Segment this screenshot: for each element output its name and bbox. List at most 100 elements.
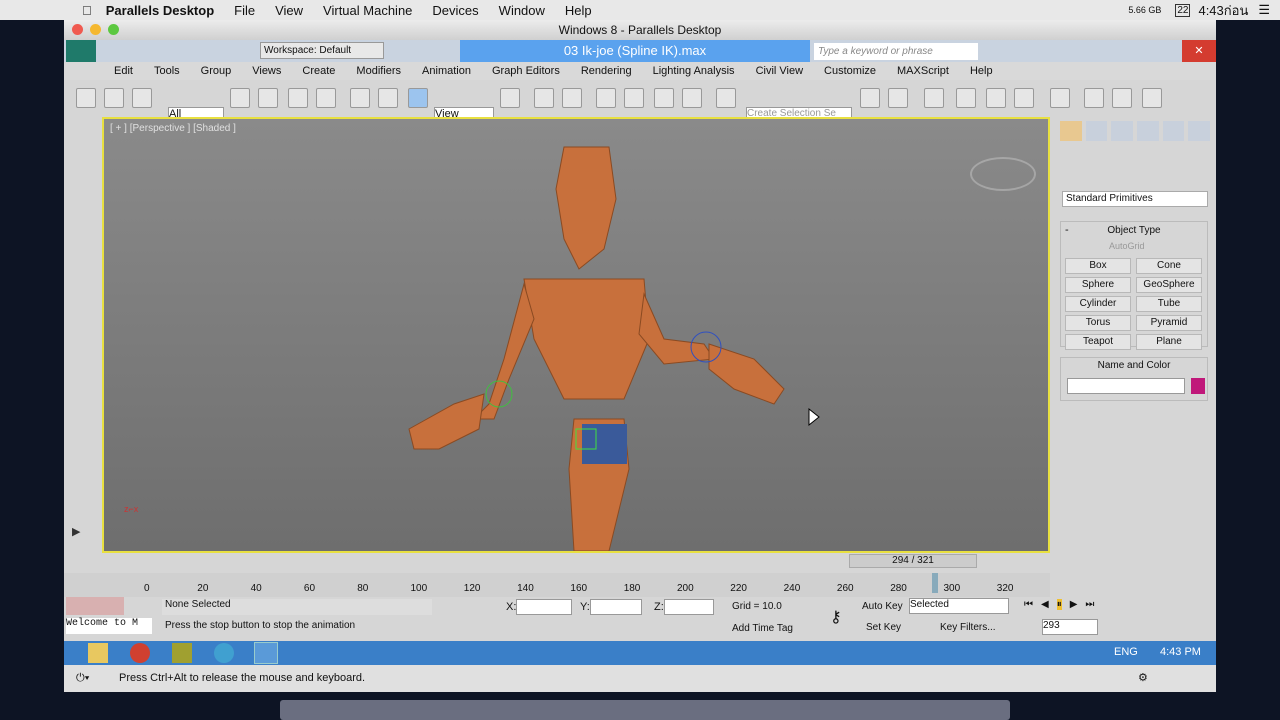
menu-rendering[interactable]: Rendering [581,65,632,77]
box-button[interactable]: Box [1065,258,1131,274]
menu-lighting-analysis[interactable]: Lighting Analysis [653,65,735,77]
3dsmax-taskbar-icon[interactable] [254,642,278,664]
minimize-window-button[interactable] [90,24,101,35]
key-mode-dropdown[interactable]: Selected [909,598,1009,614]
plane-button[interactable]: Plane [1136,334,1202,350]
workspace-dropdown[interactable]: Workspace: Default [260,42,384,59]
utilities-tab-icon[interactable] [1188,121,1211,141]
schematic-view-icon[interactable] [1014,88,1034,108]
scene-explorer-icon[interactable] [956,88,976,108]
render-setup-icon[interactable] [1084,88,1104,108]
menu-window[interactable]: Window [499,3,545,18]
keyboard-shortcut-icon[interactable] [562,88,582,108]
percent-snap-icon[interactable] [654,88,674,108]
select-object-icon[interactable] [230,88,250,108]
file-explorer-icon[interactable] [88,643,108,663]
power-icon[interactable]: ⏻▾ [76,665,89,692]
unlink-icon[interactable] [104,88,124,108]
snaps-icon[interactable] [596,88,616,108]
auto-key-button[interactable]: Auto Key [862,601,903,612]
material-editor-icon[interactable] [1050,88,1070,108]
menu-customize[interactable]: Customize [824,65,876,77]
geosphere-button[interactable]: GeoSphere [1136,277,1202,293]
select-by-name-icon[interactable] [258,88,278,108]
taskbar-clock[interactable]: 4:43 PM [1160,646,1201,658]
track-bar[interactable]: 0 20 40 60 80 100 120 140 160 180 200 220 240 260 280 3… [64,573,1050,597]
search-input[interactable]: Type a keyword or phrase [814,43,978,60]
move-icon[interactable] [350,88,370,108]
mirror-icon[interactable] [860,88,880,108]
perspective-viewport[interactable]: [ + ] [Perspective ] [Shaded ] z⌐x [102,117,1050,553]
align-icon[interactable] [888,88,908,108]
motion-tab-icon[interactable] [1137,121,1159,141]
go-to-end-icon[interactable]: ⏭ [1085,599,1094,610]
link-icon[interactable] [76,88,96,108]
menu-tools[interactable]: Tools [154,65,180,77]
object-color-swatch[interactable] [1191,378,1205,394]
rectangular-selection-icon[interactable] [288,88,308,108]
sphere-button[interactable]: Sphere [1065,277,1131,293]
torus-button[interactable]: Torus [1065,315,1131,331]
modify-tab-icon[interactable] [1085,121,1108,141]
apple-icon[interactable]:  [82,3,92,18]
menu-maxscript[interactable]: MAXScript [897,65,949,77]
curve-editor-icon[interactable] [986,88,1006,108]
object-type-title[interactable]: Object Type [1061,225,1207,236]
app-menu[interactable]: Parallels Desktop [106,3,214,18]
z-coordinate-input[interactable] [664,599,714,615]
menu-edit[interactable]: Edit [114,65,133,77]
tube-button[interactable]: Tube [1136,296,1202,312]
display-tab-icon[interactable] [1162,121,1185,141]
create-tab-icon[interactable] [1060,121,1082,141]
primitives-dropdown[interactable]: Standard Primitives [1062,191,1208,207]
settings-icon[interactable]: ⚙ [1138,665,1148,692]
play-arrow-icon[interactable]: ▶ [72,525,92,545]
listener-output[interactable]: Welcome to M [66,618,152,634]
y-coordinate-input[interactable] [590,599,642,615]
current-frame-input[interactable]: 293 [1042,619,1098,635]
menu-create[interactable]: Create [302,65,335,77]
spinner-snap-icon[interactable] [682,88,702,108]
rotate-icon[interactable] [378,88,398,108]
menu-views[interactable]: Views [252,65,281,77]
close-icon[interactable]: ✕ [1182,40,1216,62]
angle-snap-icon[interactable] [624,88,644,108]
go-to-start-icon[interactable]: ⏮ [1024,599,1033,610]
menu-help-max[interactable]: Help [970,65,993,77]
set-key-button[interactable]: Set Key [866,622,901,633]
key-icon[interactable]: ⚷ [830,607,842,627]
mac-dock[interactable] [280,700,1010,720]
teapot-button[interactable]: Teapot [1065,334,1131,350]
chrome-icon[interactable] [130,643,150,663]
calendar-icon[interactable]: 22 [1175,3,1191,17]
scale-icon[interactable] [408,88,428,108]
menu-group[interactable]: Group [201,65,232,77]
key-filters-button[interactable]: Key Filters... [940,622,996,633]
menu-devices[interactable]: Devices [432,3,478,18]
close-window-button[interactable] [72,24,83,35]
render-teapot-icon[interactable] [1142,88,1162,108]
menu-animation[interactable]: Animation [422,65,471,77]
x-coordinate-input[interactable] [516,599,572,615]
next-frame-icon[interactable]: ▶ [1070,599,1078,610]
name-color-title[interactable]: Name and Color [1061,360,1207,371]
character-model[interactable] [104,119,1048,551]
pyramid-button[interactable]: Pyramid [1136,315,1202,331]
clock[interactable]: 4:43ก่อน [1198,0,1248,21]
cylinder-button[interactable]: Cylinder [1065,296,1131,312]
app-icon[interactable] [172,643,192,663]
pause-icon[interactable]: ⏸ [1056,599,1062,610]
list-icon[interactable]: ☰ [1258,2,1270,18]
quicktime-icon[interactable] [214,643,234,663]
viewcube-icon[interactable] [970,157,1036,191]
menu-help[interactable]: Help [565,3,592,18]
bind-space-warp-icon[interactable] [132,88,152,108]
hierarchy-tab-icon[interactable] [1111,121,1134,141]
time-slider[interactable]: 294 / 321 [849,554,977,568]
layer-manager-icon[interactable] [924,88,944,108]
menu-graph-editors[interactable]: Graph Editors [492,65,560,77]
object-name-input[interactable] [1067,378,1185,394]
menu-modifiers[interactable]: Modifiers [356,65,401,77]
menu-file[interactable]: File [234,3,255,18]
pivot-icon[interactable] [500,88,520,108]
